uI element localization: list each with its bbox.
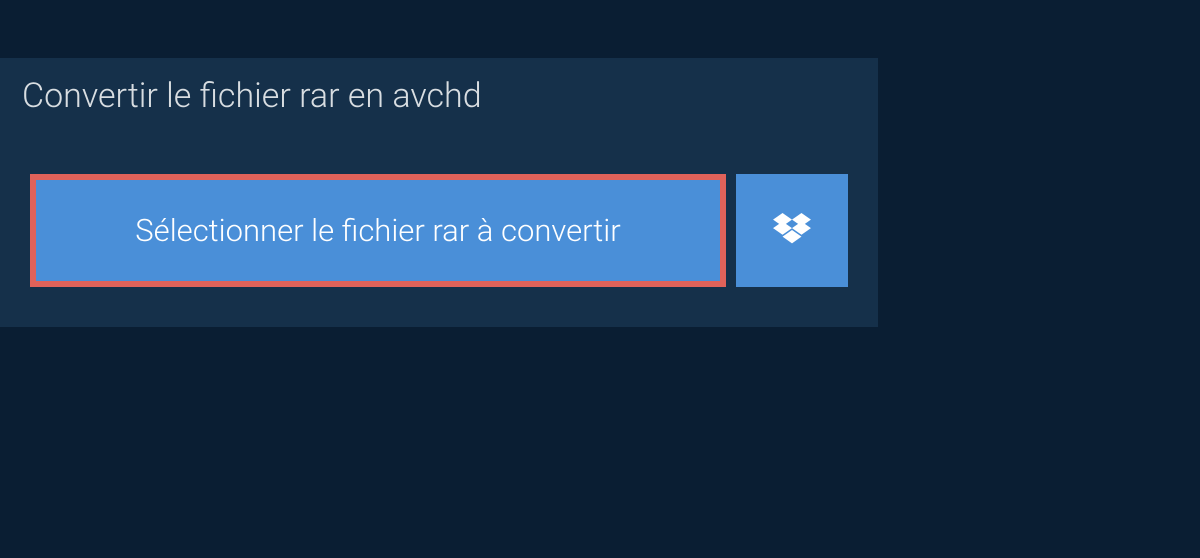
dropbox-icon <box>773 213 811 249</box>
button-row: Sélectionner le fichier rar à convertir <box>30 174 848 287</box>
select-file-button[interactable]: Sélectionner le fichier rar à convertir <box>30 174 726 287</box>
select-file-label: Sélectionner le fichier rar à convertir <box>135 212 620 249</box>
dropbox-button[interactable] <box>736 174 848 287</box>
converter-panel: Convertir le fichier rar en avchd Sélect… <box>0 58 878 327</box>
page-title: Convertir le fichier rar en avchd <box>0 58 510 134</box>
